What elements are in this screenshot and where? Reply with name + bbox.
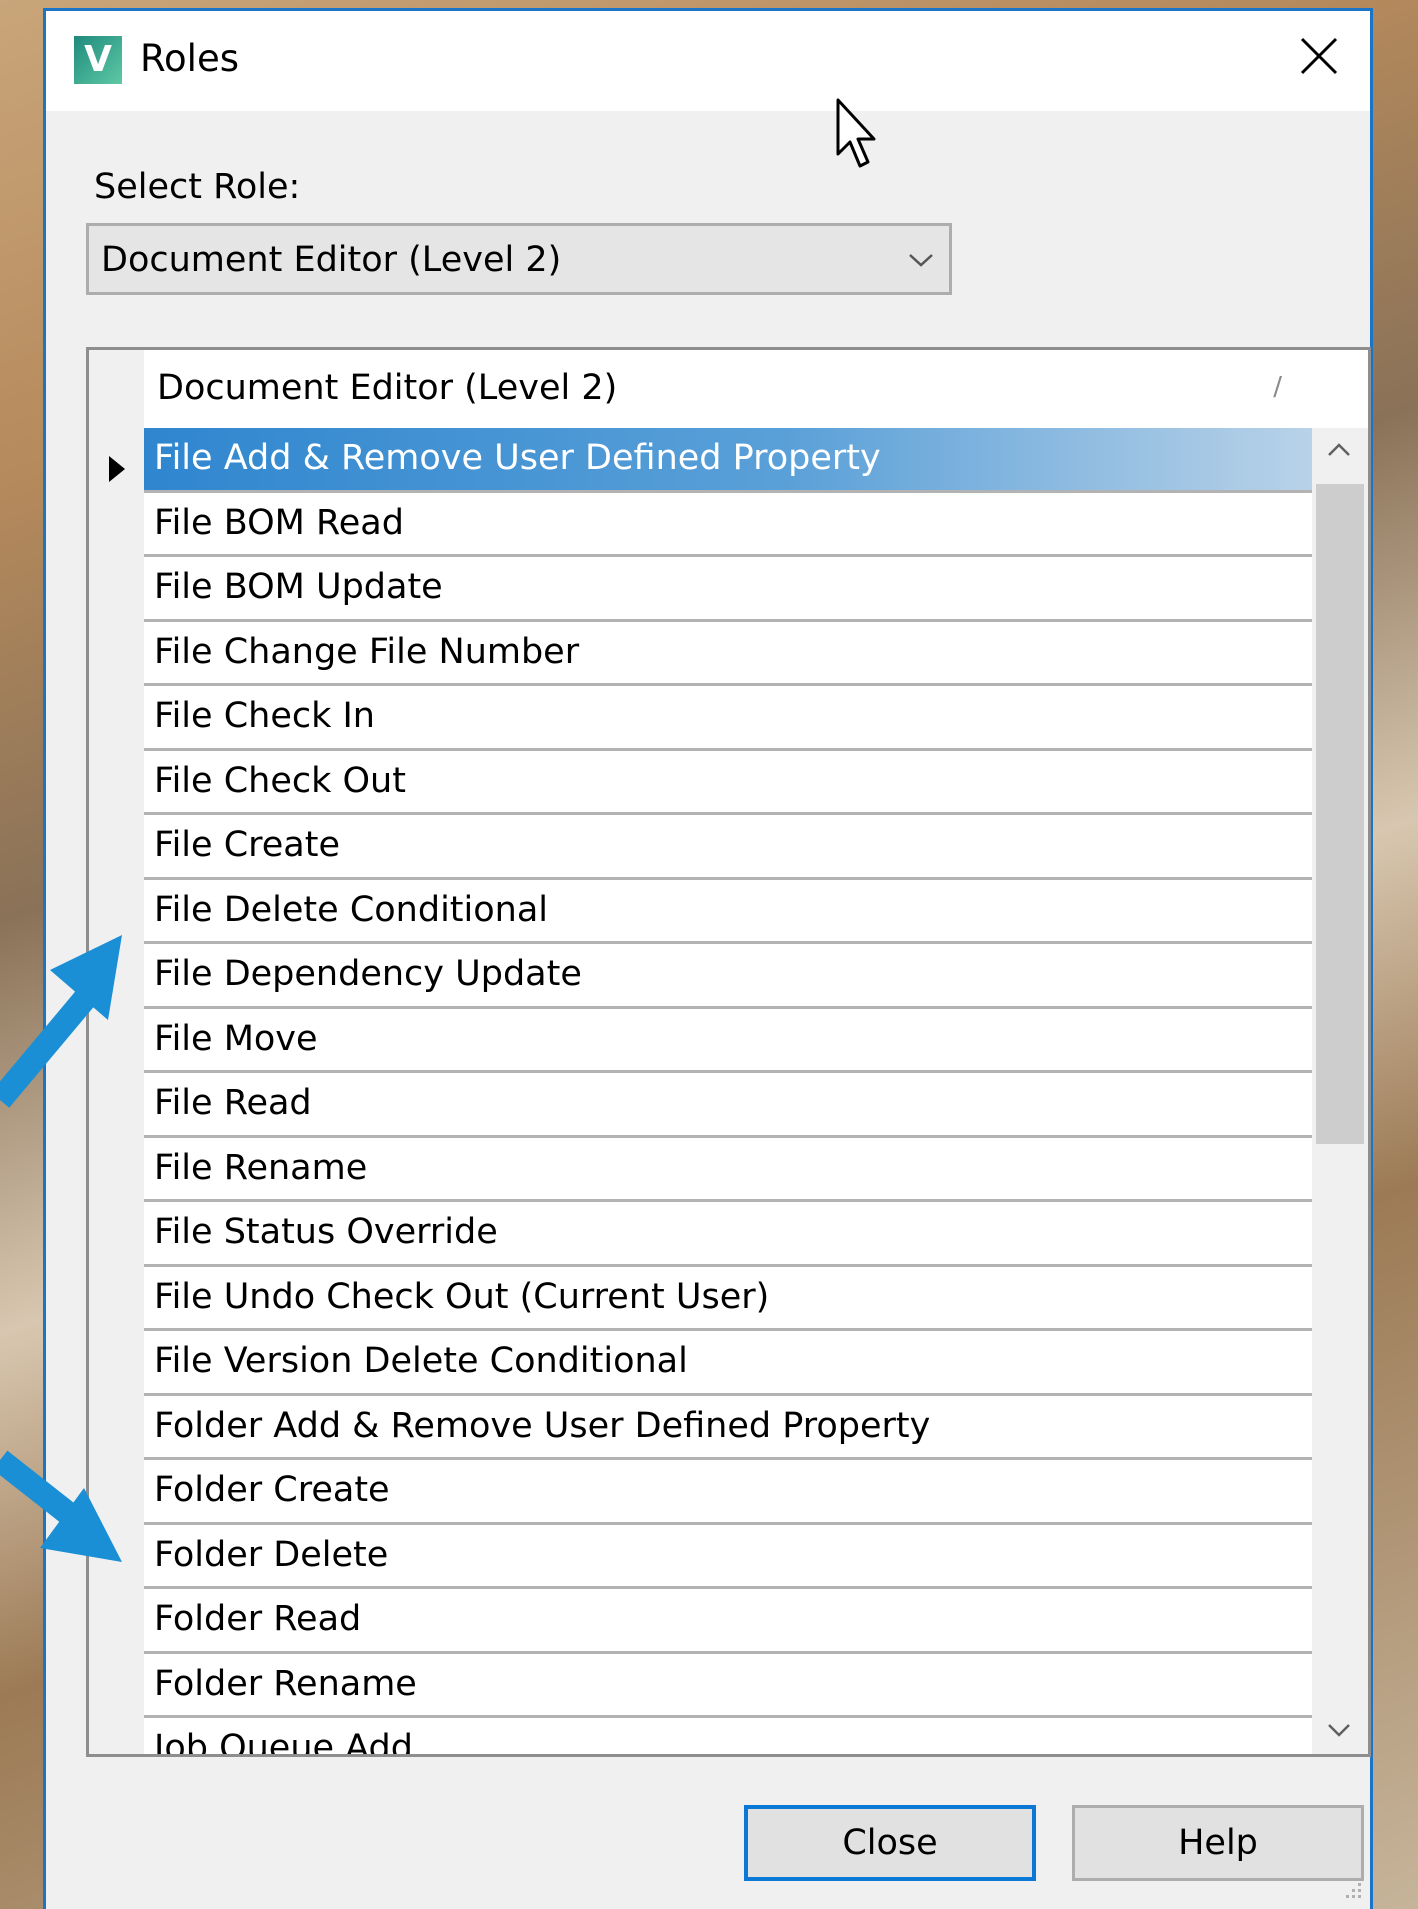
annotation-arrow-lower <box>0 1450 122 1562</box>
annotation-arrows <box>0 935 122 1562</box>
annotation-arrow-upper <box>0 935 122 1108</box>
